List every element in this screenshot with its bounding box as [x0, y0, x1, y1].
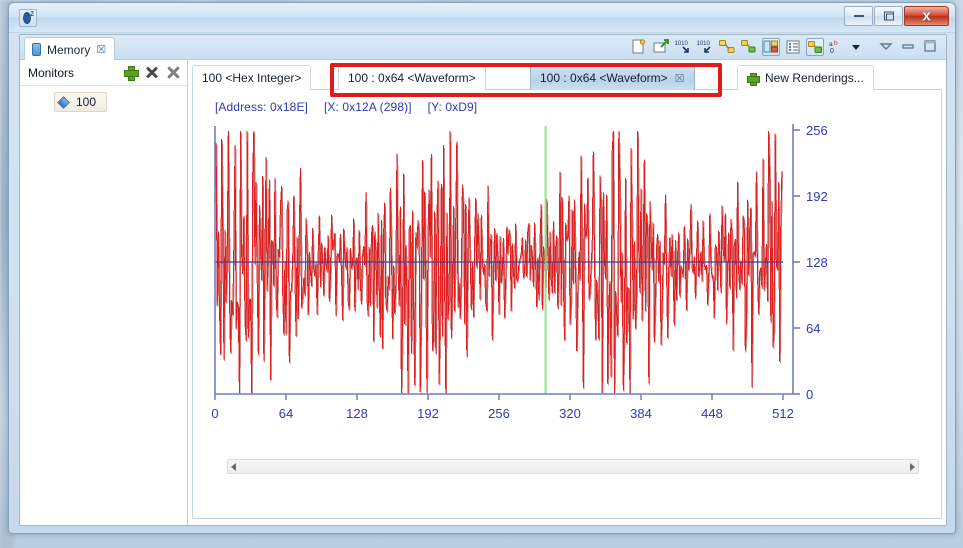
restore-view-icon[interactable] — [900, 38, 918, 56]
monitors-panel: Monitors 100 — [20, 60, 188, 525]
svg-text:192: 192 — [806, 189, 828, 204]
scroll-left-icon[interactable] — [231, 462, 236, 471]
monitors-title: Monitors — [28, 65, 75, 80]
view-menu-icon[interactable]: ab0 — [828, 38, 846, 56]
maximize-view-icon[interactable] — [922, 38, 940, 56]
remove-all-memory-monitors-icon[interactable] — [166, 66, 181, 79]
svg-text:448: 448 — [701, 406, 723, 421]
tab-waveform-2[interactable]: 100 : 0x64 <Waveform> ☒ — [530, 65, 695, 90]
rendering-tabstrip: 100 <Hex Integer> 100 : 0x64 <Waveform> … — [192, 63, 942, 97]
window-titlebar[interactable]: 2 x — [9, 3, 955, 33]
view-toolbar: 1010 1010 a b 0 — [630, 38, 940, 56]
tab-memory[interactable]: Memory ☒ — [24, 37, 116, 61]
add-memory-monitor-icon[interactable] — [124, 66, 139, 81]
svg-text:320: 320 — [559, 406, 581, 421]
minimize-button[interactable] — [844, 6, 873, 26]
monitor-label: 100 — [76, 95, 97, 109]
svg-text:256: 256 — [488, 406, 510, 421]
list-item[interactable]: 100 — [54, 92, 108, 112]
eclipse-client-area: Memory ☒ 1010 1010 a b 0 Monitors 100 10… — [19, 34, 947, 526]
new-renderings-label: New Renderings... — [765, 71, 864, 85]
toggle-split-pane-icon[interactable] — [762, 38, 780, 56]
svg-text:1010: 1010 — [697, 41, 711, 47]
svg-text:1010: 1010 — [675, 41, 689, 47]
application-window: 2 x Memory ☒ 1010 1010 a b 0 Monitors 10… — [8, 2, 956, 534]
memory-view-tabbar: Memory ☒ 1010 1010 a b 0 — [20, 35, 946, 61]
horizontal-scrollbar[interactable] — [227, 459, 919, 474]
remove-memory-monitor-icon[interactable] — [145, 66, 158, 79]
sync-memory-rendering-panes-icon[interactable] — [740, 38, 758, 56]
tab-hex-integer[interactable]: 100 <Hex Integer> — [192, 65, 312, 90]
svg-text:0: 0 — [830, 48, 834, 55]
close-icon[interactable]: ☒ — [675, 72, 685, 85]
view-menu-arrow-icon[interactable] — [850, 38, 868, 56]
monitors-list: 100 — [20, 86, 187, 112]
window-controls: x — [844, 6, 949, 26]
waveform-rendering: [Address: 0x18E] [X: 0x12A (298)] [Y: 0x… — [192, 90, 942, 519]
svg-text:a: a — [829, 41, 833, 48]
waveform-plot[interactable]: 0 64 128 192 256 0 64 128 192 256 320 384 448 512 — [203, 122, 933, 421]
eclipse-app-icon: 2 — [19, 9, 37, 27]
tab-waveform-1[interactable]: 100 : 0x64 <Waveform> — [338, 65, 486, 90]
minimize-view-icon[interactable] — [878, 38, 896, 56]
svg-text:64: 64 — [806, 321, 820, 336]
scroll-right-icon[interactable] — [910, 462, 915, 471]
status-x: [X: 0x12A (298)] — [323, 100, 412, 114]
link-memory-rendering-panes-icon[interactable] — [718, 38, 736, 56]
new-renderings-tab[interactable]: New Renderings... — [737, 65, 874, 90]
svg-text:384: 384 — [630, 406, 652, 421]
toggle-monitors-pane-icon[interactable] — [784, 38, 802, 56]
close-icon[interactable]: ☒ — [96, 43, 106, 56]
status-address: [Address: 0x18E] — [215, 100, 308, 114]
memory-monitor-icon — [57, 95, 70, 109]
close-icon: x — [922, 7, 931, 25]
previous-memory-monitor-icon[interactable]: 1010 — [696, 38, 714, 56]
tab-hex-integer-label: 100 <Hex Integer> — [202, 71, 302, 85]
waveform-canvas[interactable]: 0 64 128 192 256 0 64 128 192 256 320 384 448 512 — [203, 122, 933, 422]
monitors-header: Monitors — [20, 60, 187, 86]
svg-text:b: b — [834, 40, 838, 47]
svg-text:192: 192 — [417, 406, 439, 421]
toggle-memory-monitors-icon[interactable] — [806, 38, 824, 56]
status-y: [Y: 0xD9] — [427, 100, 478, 114]
new-memory-view-icon[interactable] — [630, 38, 648, 56]
svg-text:64: 64 — [279, 406, 293, 421]
waveform-status-line: [Address: 0x18E] [X: 0x12A (298)] [Y: 0x… — [215, 100, 477, 114]
renderings-panel: 100 <Hex Integer> 100 : 0x64 <Waveform> … — [188, 60, 946, 525]
add-icon — [747, 72, 760, 86]
tab-waveform-1-label: 100 : 0x64 <Waveform> — [348, 71, 476, 85]
svg-text:256: 256 — [806, 123, 828, 138]
memory-chip-icon — [32, 43, 41, 56]
pin-memory-monitor-icon[interactable] — [652, 38, 670, 56]
tab-waveform-2-label: 100 : 0x64 <Waveform> — [540, 71, 668, 85]
close-button[interactable]: x — [904, 6, 949, 26]
svg-text:0: 0 — [806, 387, 813, 402]
svg-text:128: 128 — [806, 255, 828, 270]
maximize-button[interactable] — [874, 6, 903, 26]
svg-text:512: 512 — [772, 406, 794, 421]
svg-text:128: 128 — [346, 406, 368, 421]
tab-memory-label: Memory — [47, 42, 91, 57]
memory-view-body: Monitors 100 100 <Hex Integer> 100: 0x6… — [20, 60, 946, 525]
next-memory-monitor-icon[interactable]: 1010 — [674, 38, 692, 56]
svg-text:0: 0 — [211, 406, 218, 421]
